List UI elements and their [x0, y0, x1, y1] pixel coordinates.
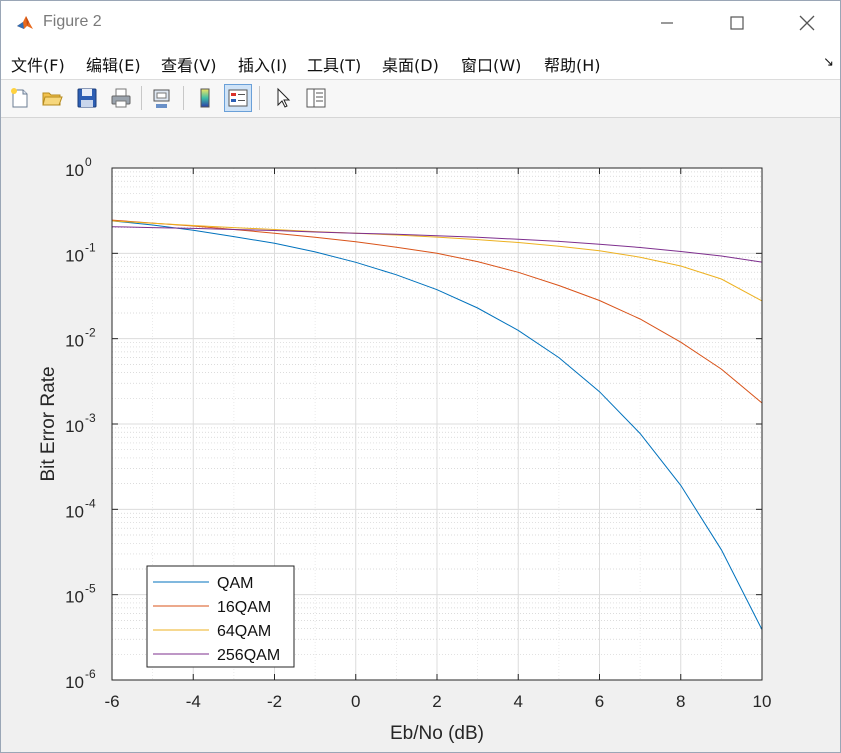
menu-tools[interactable]: 工具(T) — [307, 52, 361, 76]
x-tick-label: -2 — [267, 692, 282, 711]
legend-label-16qam: 16QAM — [217, 599, 271, 616]
x-tick-label: -6 — [104, 692, 119, 711]
toolbar-separator — [141, 86, 142, 110]
link-plot-icon — [153, 89, 170, 108]
menu-desktop[interactable]: 桌面(D) — [382, 52, 439, 76]
x-axis-label: Eb/No (dB) — [390, 723, 484, 744]
y-tick-base: 10 — [65, 588, 84, 607]
y-tick-base: 10 — [65, 161, 84, 180]
legend-label-qam: QAM — [217, 575, 253, 592]
menu-file[interactable]: 文件(F) — [11, 52, 65, 76]
maximize-icon — [730, 16, 744, 30]
open-file-button[interactable] — [38, 84, 66, 112]
menu-window[interactable]: 窗口(W) — [461, 52, 521, 76]
window-title: Figure 2 — [43, 13, 102, 30]
property-inspector-button[interactable] — [302, 84, 330, 112]
ber-plot: -6 -4 -2 0 2 4 6 8 1010 010 -110 -210 -310 -410 -510 -6… — [38, 155, 772, 744]
y-axis-label: Bit Error Rate — [38, 366, 59, 481]
y-tick-label: 10 — [65, 332, 84, 351]
link-plot-button[interactable] — [148, 84, 176, 112]
title-bar[interactable]: Figure 2 — [1, 1, 840, 45]
legend-label-256qam: 256QAM — [217, 647, 280, 664]
x-tick-label: -4 — [186, 692, 201, 711]
legend-icon — [228, 89, 248, 107]
save-icon — [77, 88, 97, 108]
y-tick-exponent: -4 — [85, 496, 96, 510]
figure-window: Figure 2 文件(F) 编辑(E) 查看(V) 插入(I) 工具(T) 桌… — [0, 0, 841, 753]
figure-toolbar — [1, 80, 840, 118]
insert-colorbar-button[interactable] — [191, 84, 219, 112]
print-button[interactable] — [107, 84, 135, 112]
close-button[interactable] — [772, 1, 840, 45]
maximize-button[interactable] — [702, 1, 772, 45]
x-tick-label: 6 — [595, 692, 604, 711]
save-button[interactable] — [73, 84, 101, 112]
y-tick-exponent: 0 — [85, 155, 92, 169]
menu-edit[interactable]: 编辑(E) — [86, 52, 141, 76]
legend-label-64qam: 64QAM — [217, 623, 271, 640]
y-tick-base: 10 — [65, 417, 84, 436]
minimize-icon — [661, 22, 673, 24]
x-tick-label: 8 — [676, 692, 685, 711]
y-tick-label: 10 — [65, 161, 84, 180]
y-tick-exponent: -5 — [85, 582, 96, 596]
y-tick-base: 10 — [65, 246, 84, 265]
menu-bar: 文件(F) 编辑(E) 查看(V) 插入(I) 工具(T) 桌面(D) 窗口(W… — [1, 45, 840, 80]
y-tick-base: 10 — [65, 332, 84, 351]
menu-insert[interactable]: 插入(I) — [238, 52, 287, 76]
y-tick-exponent: -2 — [85, 326, 96, 340]
menu-view[interactable]: 查看(V) — [161, 52, 216, 76]
y-tick-base: 10 — [65, 502, 84, 521]
x-tick-label: 0 — [351, 692, 360, 711]
x-tick-label: 4 — [514, 692, 523, 711]
y-tick-exponent: -3 — [85, 411, 96, 425]
y-tick-label: 10 — [65, 502, 84, 521]
y-tick-label: 10 — [65, 673, 84, 692]
y-tick-label: 10 — [65, 417, 84, 436]
new-figure-button[interactable] — [6, 84, 34, 112]
print-icon — [111, 88, 131, 108]
y-tick-base: 10 — [65, 673, 84, 692]
open-file-icon — [42, 92, 63, 106]
y-tick-label: 10 — [65, 246, 84, 265]
property-inspector-icon — [306, 88, 326, 108]
toolbar-separator — [183, 86, 184, 110]
matlab-logo-icon — [15, 13, 35, 33]
edit-plot-arrow-icon — [277, 87, 291, 108]
menu-help[interactable]: 帮助(H) — [544, 52, 601, 76]
minimize-button[interactable] — [632, 1, 702, 45]
new-figure-icon — [11, 88, 28, 108]
y-tick-label: 10 — [65, 588, 84, 607]
dock-arrow-icon[interactable]: ↘ — [823, 54, 834, 70]
toolbar-separator — [259, 86, 260, 110]
x-tick-label: 10 — [753, 692, 772, 711]
y-tick-exponent: -1 — [85, 240, 96, 254]
figure-canvas: -6 -4 -2 0 2 4 6 8 10 10 0 10 -1 10 -2 10 -3 10 -4 10 -5 10 -6… — [1, 118, 840, 752]
edit-plot-button[interactable] — [269, 84, 297, 112]
y-tick-exponent: -6 — [85, 667, 96, 681]
x-tick-label: 2 — [432, 692, 441, 711]
legend[interactable]: QAM 16QAM 64QAM 256QAM — [146, 565, 295, 668]
colorbar-icon — [200, 88, 210, 108]
close-icon — [799, 15, 815, 31]
insert-legend-button[interactable] — [224, 84, 252, 112]
